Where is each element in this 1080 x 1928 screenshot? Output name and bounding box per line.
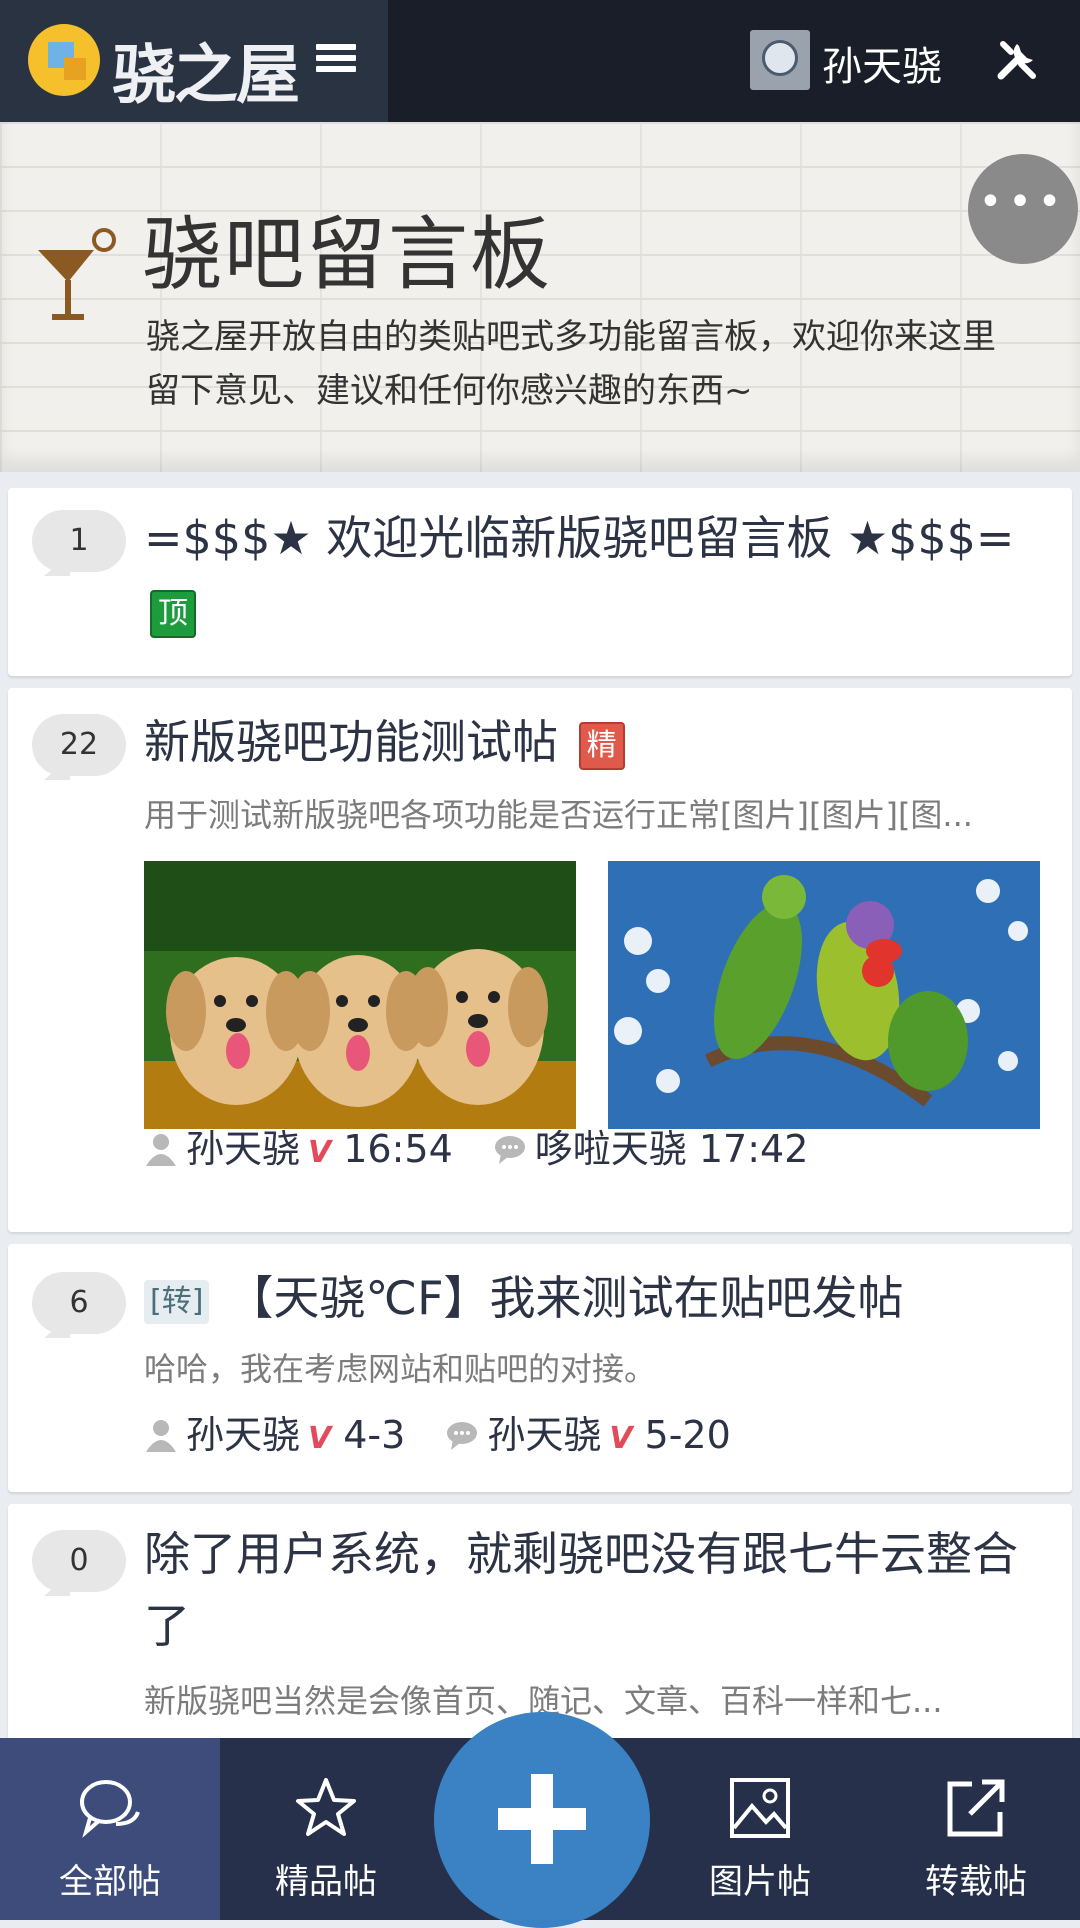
- last-replier[interactable]: 哆啦天骁: [535, 1127, 687, 1171]
- tab-repost-posts[interactable]: 转载帖: [866, 1738, 1080, 1920]
- repost-tag: [转]: [144, 1279, 210, 1324]
- post-title[interactable]: [转] 【天骁℃F】我来测试在贴吧发帖: [144, 1262, 1044, 1334]
- puppies-image[interactable]: [144, 861, 576, 1129]
- brand[interactable]: 骁之屋: [0, 0, 388, 122]
- verified-badge: V: [609, 1421, 633, 1456]
- post-meta: 孙天骁 V 4-3 孙天骁 V 5-20: [144, 1404, 731, 1459]
- new-post-button[interactable]: [434, 1712, 650, 1928]
- reply-count-badge: 6: [32, 1272, 126, 1342]
- tab-all-posts[interactable]: 全部帖: [0, 1738, 220, 1920]
- logo-icon: [28, 24, 100, 96]
- board-header: 骁吧留言板 骁之屋开放自由的类贴吧式多功能留言板，欢迎你来这里留下意见、建议和任…: [0, 122, 1080, 472]
- verified-badge: V: [308, 1135, 332, 1170]
- comment-icon: [494, 1136, 525, 1164]
- post-meta: 孙天骁 V 16:54 哆啦天骁 17:42: [144, 1118, 808, 1173]
- user-name[interactable]: 孙天骁: [822, 34, 942, 92]
- tab-featured-posts[interactable]: 精品帖: [216, 1738, 436, 1920]
- user-icon: [146, 1134, 176, 1166]
- post-summary: 新版骁吧当然是会像首页、随记、文章、百科一样和七...: [144, 1682, 943, 1720]
- logo-text: 骁之屋: [112, 39, 300, 113]
- image-icon: [730, 1778, 790, 1838]
- comment-icon: [447, 1422, 478, 1450]
- last-replier[interactable]: 孙天骁: [487, 1413, 601, 1457]
- author-name[interactable]: 孙天骁: [186, 1127, 300, 1171]
- plus-icon-stem: [531, 1774, 553, 1864]
- page-title: 骁吧留言板: [142, 208, 552, 301]
- external-link-icon: [947, 1779, 1005, 1837]
- author-name[interactable]: 孙天骁: [186, 1413, 300, 1457]
- verified-badge: V: [308, 1421, 332, 1456]
- sticky-tag: 顶: [150, 589, 196, 638]
- reply-count-badge: 0: [32, 1530, 126, 1600]
- parrots-image[interactable]: [608, 861, 1040, 1129]
- post-summary: 用于测试新版骁吧各项功能是否运行正常[图片][图片][图...: [144, 796, 973, 834]
- reply-time: 5-20: [644, 1413, 731, 1457]
- board-description: 骁之屋开放自由的类贴吧式多功能留言板，欢迎你来这里留下意见、建议和任何你感兴趣的…: [146, 317, 996, 411]
- post-title[interactable]: 新版骁吧功能测试帖 精: [144, 706, 1044, 778]
- reply-time: 17:42: [698, 1127, 809, 1171]
- post-summary: 哈哈，我在考虑网站和贴吧的对接。: [144, 1350, 657, 1388]
- chat-bubbles-icon: [80, 1780, 140, 1838]
- featured-tag: 精: [578, 721, 625, 770]
- list-item[interactable]: 1 =$$$★ 欢迎光临新版骁吧留言板 ★$$$= 顶: [8, 488, 1072, 676]
- reply-count-badge: 1: [32, 510, 126, 580]
- more-options-button[interactable]: •••: [968, 154, 1078, 264]
- post-title[interactable]: =$$$★ 欢迎光临新版骁吧留言板 ★$$$= 顶: [144, 502, 1044, 646]
- tab-image-posts[interactable]: 图片帖: [650, 1738, 870, 1920]
- post-time: 16:54: [343, 1127, 453, 1171]
- user-icon: [146, 1420, 176, 1452]
- post-time: 4-3: [343, 1413, 406, 1457]
- top-bar: 骁之屋 孙天骁: [0, 0, 1080, 122]
- reply-count-badge: 22: [32, 714, 126, 784]
- list-item[interactable]: 22 新版骁吧功能测试帖 精 用于测试新版骁吧各项功能是否运行正常[图片][图片…: [8, 688, 1072, 1232]
- star-icon: [296, 1778, 356, 1836]
- tools-icon[interactable]: [995, 38, 1039, 82]
- avatar[interactable]: [750, 30, 810, 90]
- cocktail-icon: [38, 228, 116, 320]
- menu-icon[interactable]: [316, 44, 356, 78]
- list-item[interactable]: 6 [转] 【天骁℃F】我来测试在贴吧发帖 哈哈，我在考虑网站和贴吧的对接。 孙天…: [8, 1244, 1072, 1492]
- post-title[interactable]: 除了用户系统，就剩骁吧没有跟七牛云整合了: [144, 1518, 1032, 1662]
